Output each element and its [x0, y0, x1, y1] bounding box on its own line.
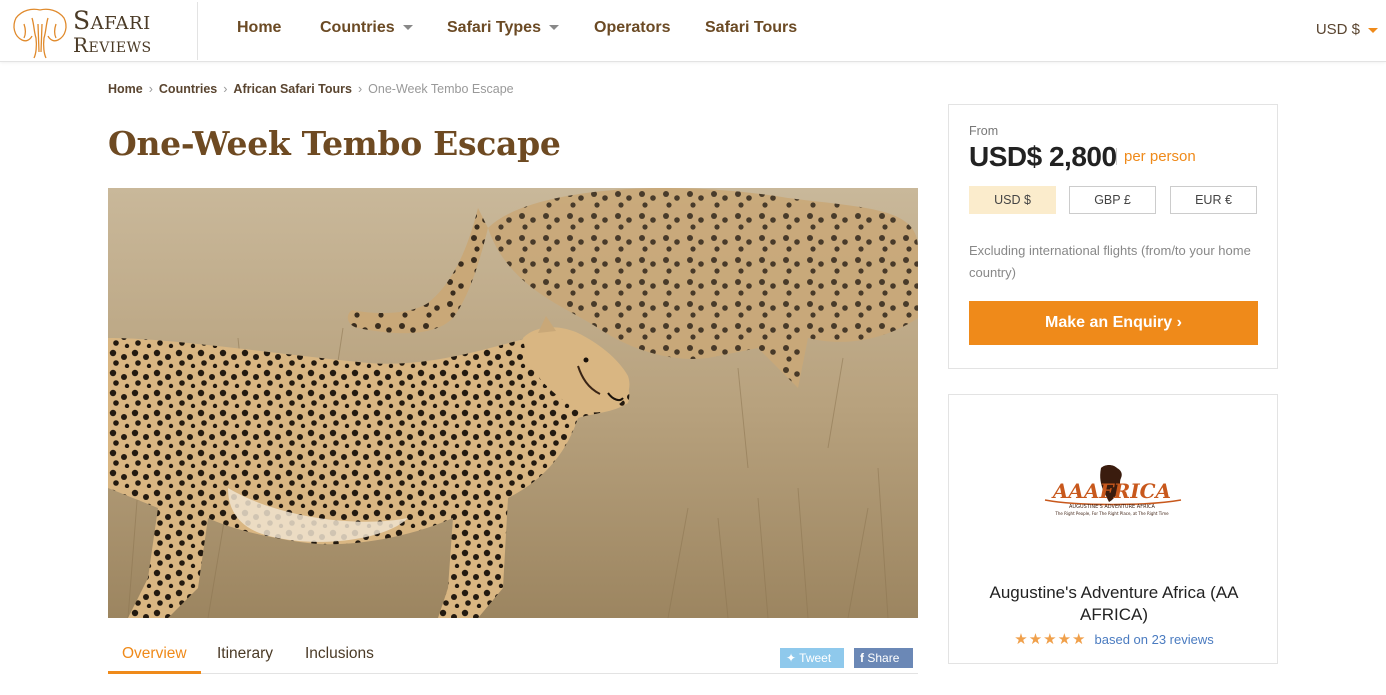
currency-selector[interactable]: USD $	[1316, 21, 1378, 38]
nav-operators[interactable]: Operators	[594, 19, 670, 37]
hero-image	[108, 188, 918, 618]
operator-card: AAAFRICA AUGUSTINE'S ADVENTURE AFRICA Th…	[948, 394, 1278, 664]
operator-logo[interactable]: AAAFRICA AUGUSTINE'S ADVENTURE AFRICA Th…	[1037, 460, 1187, 520]
chevron-right-icon: ›	[148, 82, 153, 96]
chevron-right-icon: ›	[223, 82, 228, 96]
breadcrumb-countries[interactable]: Countries	[159, 82, 217, 96]
site-header: Safari Reviews Home Countries Safari Typ…	[0, 0, 1386, 62]
operator-rating: ★★★★★ based on 23 reviews	[969, 630, 1259, 649]
tab-itinerary[interactable]: Itinerary	[217, 645, 273, 663]
facebook-share-button[interactable]: f Share	[854, 648, 913, 668]
chevron-down-icon	[1368, 27, 1378, 33]
currency-eur-button[interactable]: EUR €	[1170, 186, 1257, 214]
reviews-link[interactable]: based on 23 reviews	[1095, 632, 1214, 647]
tab-overview[interactable]: Overview	[122, 645, 187, 663]
currency-usd-button[interactable]: USD $	[969, 186, 1056, 214]
star-rating-icon: ★★★★★	[1014, 631, 1087, 648]
tab-inclusions[interactable]: Inclusions	[305, 645, 374, 663]
site-logo[interactable]: Safari Reviews	[10, 2, 198, 60]
logo-text-line2: Reviews	[73, 33, 152, 57]
breadcrumb-home[interactable]: Home	[108, 82, 143, 96]
make-enquiry-button[interactable]: Make an Enquiry ›	[969, 301, 1258, 345]
chevron-down-icon	[548, 25, 559, 31]
nav-countries[interactable]: Countries	[320, 19, 413, 37]
chevron-down-icon	[402, 25, 413, 31]
svg-text:AUGUSTINE'S ADVENTURE AFRICA: AUGUSTINE'S ADVENTURE AFRICA	[1069, 504, 1156, 510]
svg-text:The Right People, For The Righ: The Right People, For The Right Place, a…	[1054, 511, 1169, 516]
currency-gbp-button[interactable]: GBP £	[1069, 186, 1156, 214]
twitter-icon: ✦	[786, 651, 800, 665]
price-value: USD$ 2,800	[969, 141, 1117, 172]
breadcrumb-african-safari-tours[interactable]: African Safari Tours	[233, 82, 352, 96]
per-person-label: per person	[1116, 148, 1196, 165]
nav-safari-types[interactable]: Safari Types	[447, 19, 559, 37]
active-tab-indicator	[108, 671, 201, 674]
nav-safari-tours[interactable]: Safari Tours	[705, 19, 797, 37]
price-note: Excluding international flights (from/to…	[969, 243, 1251, 280]
cheetah-photo	[108, 188, 918, 618]
elephant-logo-icon	[13, 8, 67, 59]
logo-text-line1: Safari	[73, 6, 151, 35]
operator-name[interactable]: Augustine's Adventure Africa (AA AFRICA)	[969, 582, 1259, 626]
svg-text:AAAFRICA: AAAFRICA	[1051, 479, 1171, 503]
breadcrumb: Home › Countries › African Safari Tours › One-…	[108, 82, 514, 96]
from-label: From	[969, 124, 999, 138]
nav-home[interactable]: Home	[237, 19, 281, 37]
content-tabs: Overview Itinerary Inclusions ✦ Tweet f …	[108, 636, 918, 674]
chevron-right-icon: ›	[357, 82, 363, 96]
tweet-button[interactable]: ✦ Tweet	[780, 648, 844, 668]
price-box: From USD$ 2,800 per person USD $ GBP £ E…	[948, 104, 1278, 369]
chevron-right-icon: ›	[1176, 314, 1182, 331]
page-title: One-Week Tembo Escape	[108, 124, 561, 163]
breadcrumb-current: One-Week Tembo Escape	[368, 82, 514, 96]
